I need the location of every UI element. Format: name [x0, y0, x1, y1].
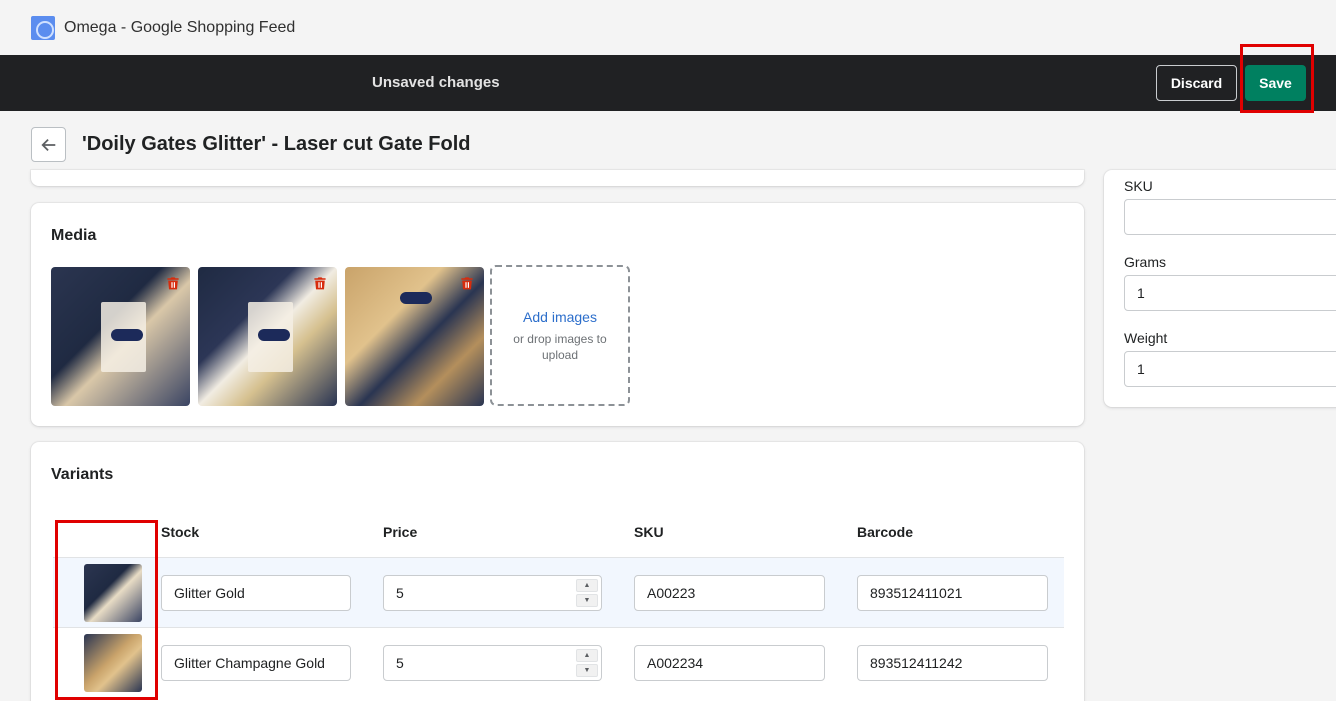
column-header-price: Price: [383, 524, 418, 540]
price-input[interactable]: 5 ▲ ▼: [383, 575, 602, 611]
media-image[interactable]: [345, 267, 484, 406]
stepper-down-icon[interactable]: ▼: [576, 594, 598, 607]
previous-card: [31, 170, 1084, 186]
column-header-stock: Stock: [161, 524, 200, 540]
variant-image[interactable]: [84, 634, 142, 692]
price-value: 5: [396, 655, 404, 671]
price-value: 5: [396, 585, 404, 601]
app-title: Omega - Google Shopping Feed: [64, 18, 296, 36]
contextual-save-bar: Unsaved changes Discard Save: [0, 55, 1336, 111]
trash-icon[interactable]: [165, 275, 181, 291]
page-title: 'Doily Gates Glitter' - Laser cut Gate F…: [82, 133, 471, 155]
variant-row: Glitter Gold 5 ▲ ▼ A00223 893512411021: [53, 557, 1064, 627]
save-button[interactable]: Save: [1245, 65, 1306, 101]
price-stepper[interactable]: ▲ ▼: [576, 649, 598, 677]
stepper-down-icon[interactable]: ▼: [576, 664, 598, 677]
discard-button[interactable]: Discard: [1156, 65, 1237, 101]
price-stepper[interactable]: ▲ ▼: [576, 579, 598, 607]
sku-input[interactable]: A00223: [634, 575, 825, 611]
app-header: Omega - Google Shopping Feed: [0, 0, 1336, 55]
inventory-card: SKU Grams 1 Weight 1: [1104, 170, 1336, 407]
unsaved-changes-message: Unsaved changes: [372, 74, 500, 91]
sku-input[interactable]: A002234: [634, 645, 825, 681]
trash-icon[interactable]: [312, 275, 328, 291]
media-image[interactable]: [51, 267, 190, 406]
variant-row: Glitter Champagne Gold 5 ▲ ▼ A002234 8935…: [53, 627, 1064, 697]
grams-label: Grams: [1124, 254, 1166, 270]
omega-app-icon: [31, 15, 55, 40]
grams-field[interactable]: 1: [1124, 275, 1336, 311]
sku-label: SKU: [1124, 178, 1153, 194]
barcode-input[interactable]: 893512411242: [857, 645, 1048, 681]
column-header-barcode: Barcode: [857, 524, 914, 540]
variants-card: Variants Stock Price SKU Barcode Glitter…: [31, 442, 1084, 701]
stock-input[interactable]: Glitter Gold: [161, 575, 351, 611]
media-card: Media Add images or drop images to uploa…: [31, 203, 1084, 426]
price-input[interactable]: 5 ▲ ▼: [383, 645, 602, 681]
stock-input[interactable]: Glitter Champagne Gold: [161, 645, 351, 681]
barcode-input[interactable]: 893512411021: [857, 575, 1048, 611]
back-button[interactable]: [31, 127, 66, 162]
add-images-link[interactable]: Add images: [523, 309, 597, 325]
media-image[interactable]: [198, 267, 337, 406]
stepper-up-icon[interactable]: ▲: [576, 579, 598, 592]
arrow-left-icon: [40, 138, 55, 151]
variants-title: Variants: [51, 466, 114, 483]
sku-field[interactable]: [1124, 199, 1336, 235]
add-images-dropzone[interactable]: Add images or drop images to upload: [490, 265, 630, 406]
weight-label: Weight: [1124, 330, 1168, 346]
variant-image[interactable]: [84, 564, 142, 622]
weight-field[interactable]: 1: [1124, 351, 1336, 387]
column-header-sku: SKU: [634, 524, 664, 540]
media-title: Media: [51, 227, 97, 244]
drop-images-hint: or drop images to upload: [513, 331, 607, 362]
stepper-up-icon[interactable]: ▲: [576, 649, 598, 662]
trash-icon[interactable]: [459, 275, 475, 291]
